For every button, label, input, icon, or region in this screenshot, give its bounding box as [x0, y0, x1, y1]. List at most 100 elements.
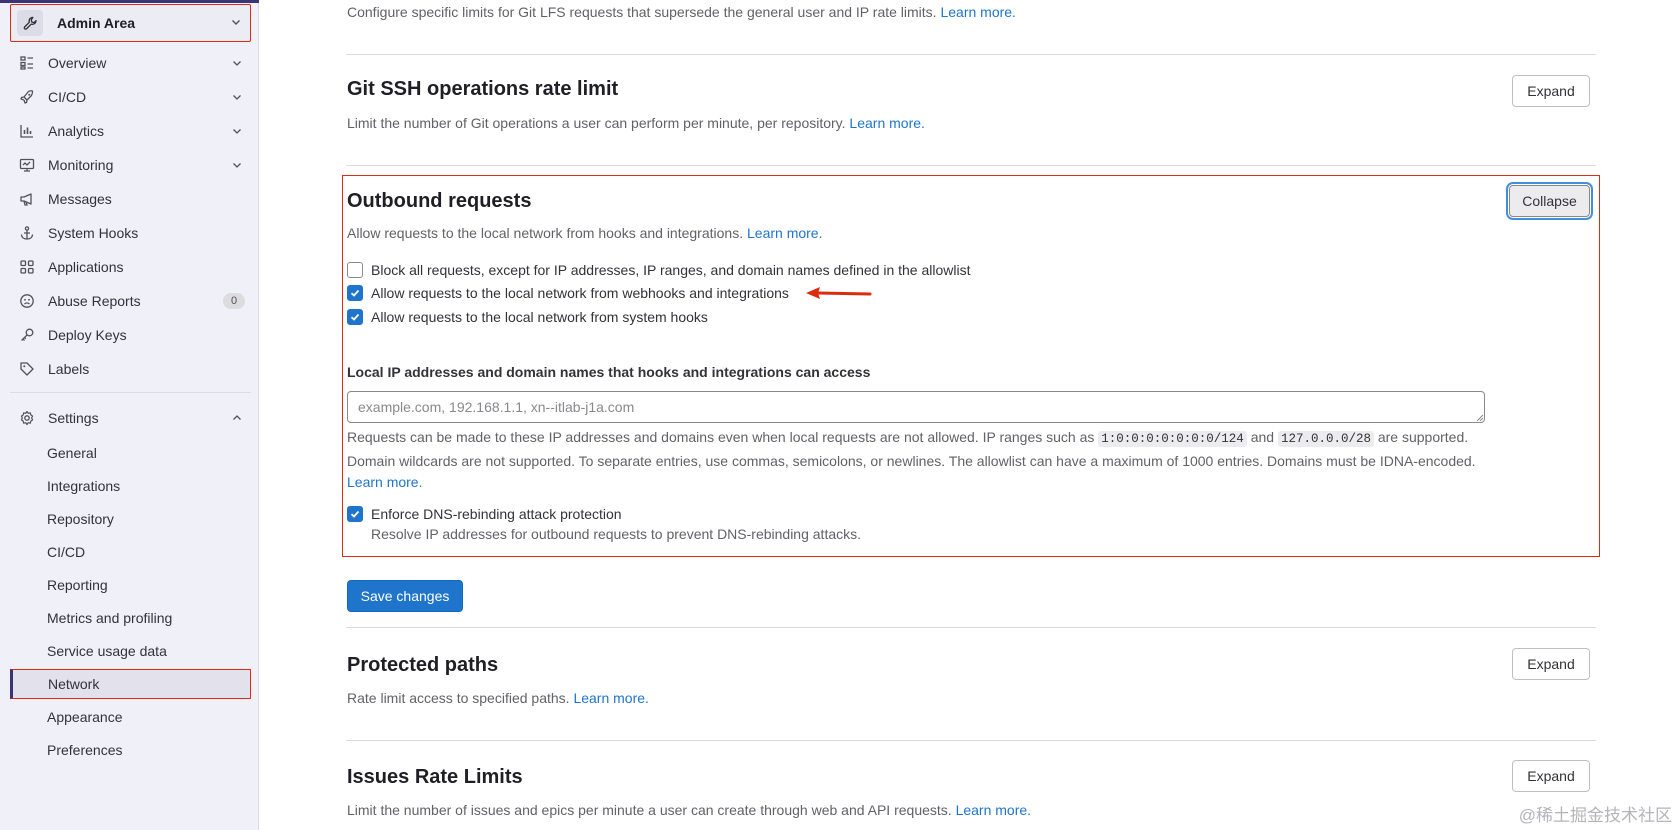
ssh-learn-more-link[interactable]: Learn more.: [849, 115, 924, 131]
allow-system-hooks-checkbox[interactable]: [347, 309, 363, 325]
applications-icon: [18, 258, 36, 276]
sidebar-item-settings[interactable]: Settings: [10, 403, 251, 433]
issues-rate-limits-description: Limit the number of issues and epics per…: [347, 802, 1032, 818]
monitor-icon: [18, 156, 36, 174]
checkmark-icon: [350, 313, 360, 321]
outbound-learn-more-link[interactable]: Learn more.: [747, 225, 822, 241]
dns-rebinding-option[interactable]: Enforce DNS-rebinding attack protection: [347, 506, 622, 522]
block-all-requests-checkbox[interactable]: [347, 262, 363, 278]
wrench-icon: [17, 10, 43, 36]
protected-paths-title: Protected paths: [347, 654, 499, 676]
sidebar-item-label: Labels: [48, 361, 90, 377]
checkmark-icon: [350, 289, 360, 297]
smiley-icon: [18, 292, 36, 310]
sidebar-item-label: Applications: [48, 259, 124, 275]
watermark: @稀土掘金技术社区: [1518, 806, 1672, 825]
sidebar-item-label: Deploy Keys: [48, 327, 127, 343]
section-divider: [346, 627, 1596, 628]
sidebar-divider: [10, 392, 251, 393]
checkbox-label: Allow requests to the local network from…: [371, 309, 708, 325]
ssh-expand-button[interactable]: Expand: [1512, 75, 1590, 107]
protected-paths-learn-more-link[interactable]: Learn more.: [573, 690, 648, 706]
checkbox-label: Enforce DNS-rebinding attack protection: [371, 506, 622, 522]
settings-item-service-usage-data[interactable]: Service usage data: [10, 636, 251, 666]
admin-area-title: Admin Area: [57, 15, 136, 31]
section-divider: [346, 740, 1596, 741]
sidebar-item-label: Settings: [48, 410, 99, 426]
issues-rate-limits-expand-button[interactable]: Expand: [1512, 760, 1590, 792]
sidebar-item-system-hooks[interactable]: System Hooks: [10, 218, 251, 248]
overview-icon: [18, 54, 36, 72]
sidebar-item-monitoring[interactable]: Monitoring: [10, 150, 251, 180]
resize-handle-icon[interactable]: [1476, 414, 1484, 422]
chevron-down-icon: [231, 158, 243, 174]
settings-item-reporting[interactable]: Reporting: [10, 570, 251, 600]
issues-rate-limits-title: Issues Rate Limits: [347, 766, 523, 788]
ssh-description: Limit the number of Git operations a use…: [347, 115, 925, 131]
anchor-icon: [18, 224, 36, 242]
ip-range-example-1: 1:0:0:0:0:0:0:0/124: [1098, 431, 1247, 447]
sidebar-item-label: System Hooks: [48, 225, 139, 241]
sidebar-item-deploy-keys[interactable]: Deploy Keys: [10, 320, 251, 350]
lfs-description: Configure specific limits for Git LFS re…: [347, 4, 1016, 20]
sidebar-item-messages[interactable]: Messages: [10, 184, 251, 214]
sidebar-item-applications[interactable]: Applications: [10, 252, 251, 282]
outbound-collapse-button[interactable]: Collapse: [1509, 185, 1590, 217]
settings-item-integrations[interactable]: Integrations: [10, 471, 251, 501]
settings-item-metrics-and-profiling[interactable]: Metrics and profiling: [10, 603, 251, 633]
protected-paths-description: Rate limit access to specified paths. Le…: [347, 690, 649, 706]
protected-paths-expand-button[interactable]: Expand: [1512, 648, 1590, 680]
red-arrow-annotation: [806, 287, 872, 299]
sidebar-item-label: CI/CD: [48, 89, 87, 105]
sidebar-item-overview[interactable]: Overview: [10, 48, 251, 78]
checkbox-label: Block all requests, except for IP addres…: [371, 262, 971, 278]
allowlist-input[interactable]: [347, 391, 1485, 423]
chevron-down-icon: [231, 124, 243, 140]
chevron-down-icon: [230, 15, 242, 33]
section-divider: [346, 165, 1596, 166]
block-all-requests-option[interactable]: Block all requests, except for IP addres…: [347, 262, 970, 278]
chart-icon: [18, 122, 36, 140]
settings-item-general[interactable]: General: [10, 438, 251, 468]
dns-rebinding-checkbox[interactable]: [347, 506, 363, 522]
sidebar-top-accent: [0, 0, 259, 3]
section-divider: [346, 54, 1596, 55]
settings-item-appearance[interactable]: Appearance: [10, 702, 251, 732]
gear-icon: [18, 409, 36, 427]
settings-item-cicd[interactable]: CI/CD: [10, 537, 251, 567]
chevron-up-icon: [231, 411, 243, 427]
issues-rate-limits-learn-more-link[interactable]: Learn more.: [956, 802, 1031, 818]
settings-item-repository[interactable]: Repository: [10, 504, 251, 534]
allow-system-hooks-option[interactable]: Allow requests to the local network from…: [347, 309, 708, 325]
sidebar-item-analytics[interactable]: Analytics: [10, 116, 251, 146]
allow-webhooks-checkbox[interactable]: [347, 285, 363, 301]
sidebar-item-labels[interactable]: Labels: [10, 354, 251, 384]
outbound-title: Outbound requests: [347, 190, 532, 212]
ip-range-example-2: 127.0.0.0/28: [1277, 431, 1374, 447]
sidebar-item-label: Overview: [48, 55, 107, 71]
sidebar-item-label: Analytics: [48, 123, 105, 139]
chevron-down-icon: [231, 90, 243, 106]
lfs-learn-more-link[interactable]: Learn more.: [940, 4, 1015, 20]
sidebar-item-abuse-reports[interactable]: Abuse Reports 0: [10, 286, 251, 316]
settings-item-preferences[interactable]: Preferences: [10, 735, 251, 765]
save-changes-button[interactable]: Save changes: [347, 580, 463, 612]
checkmark-icon: [350, 510, 360, 518]
admin-area-header[interactable]: Admin Area: [10, 4, 251, 42]
count-badge: 0: [223, 293, 245, 309]
dns-rebinding-help: Resolve IP addresses for outbound reques…: [371, 526, 862, 542]
settings-item-network[interactable]: Network: [10, 669, 251, 699]
outbound-description: Allow requests to the local network from…: [347, 225, 823, 241]
checkbox-label: Allow requests to the local network from…: [371, 285, 789, 301]
allowlist-label: Local IP addresses and domain names that…: [347, 364, 871, 380]
sidebar-item-label: Abuse Reports: [48, 293, 141, 309]
sidebar-item-label: Monitoring: [48, 157, 114, 173]
rocket-icon: [18, 88, 36, 106]
chevron-down-icon: [231, 56, 243, 72]
allow-webhooks-option[interactable]: Allow requests to the local network from…: [347, 285, 789, 301]
allowlist-help-text: Requests can be made to these IP address…: [347, 429, 1476, 490]
allowlist-learn-more-link[interactable]: Learn more.: [347, 474, 422, 490]
bullhorn-icon: [18, 190, 36, 208]
sidebar-item-cicd[interactable]: CI/CD: [10, 82, 251, 112]
key-icon: [18, 326, 36, 344]
